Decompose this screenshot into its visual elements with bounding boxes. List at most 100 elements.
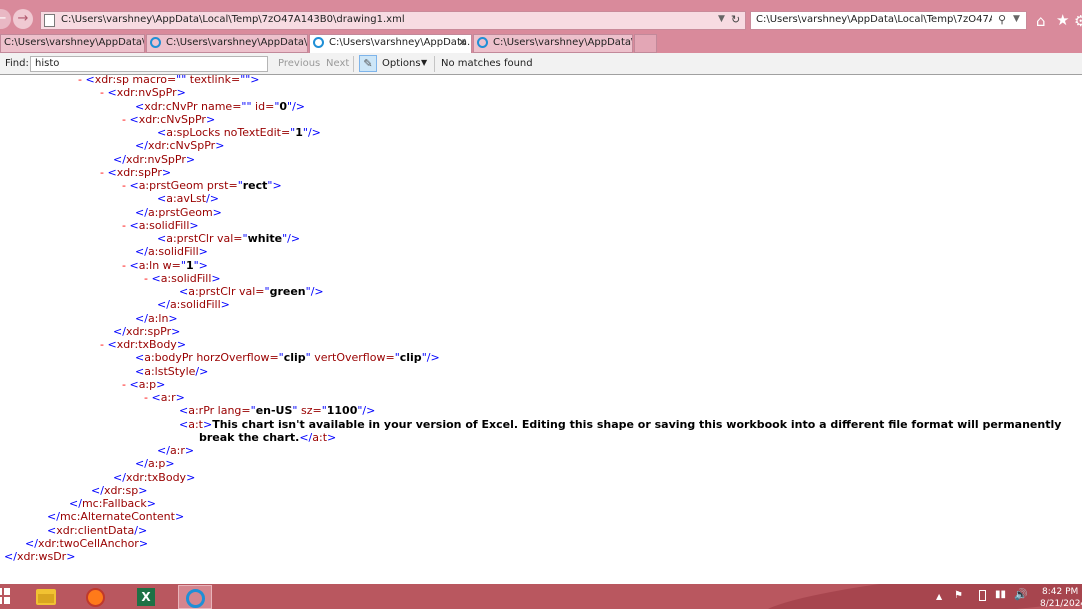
xml-token: </ [135,139,148,153]
find-input[interactable]: histo [30,56,268,72]
taskbar: X ▲ ⚑ ▮▮ 🔊 8:42 PM 8/21/2024 [0,584,1082,609]
search-text[interactable]: C:\Users\varshney\AppData\Local\Temp\7zO… [756,14,992,25]
favorites-star-icon[interactable]: ★ [1056,11,1069,29]
start-windows-icon[interactable] [0,588,10,605]
search-field[interactable]: C:\Users\varshney\AppData\Local\Temp\7zO… [750,11,1027,30]
xml-line: - <xdr:nvSpPr> [100,86,186,99]
xml-line: - <a:p> [122,378,165,391]
xml-token: a:prstGeom [147,205,213,219]
clock-date[interactable]: 8/21/2024 [1040,599,1082,609]
address-dropdown-icon[interactable]: ▼ [718,14,725,24]
xml-line: - <xdr:sp macro="" textlink=""> [78,75,260,86]
back-button[interactable]: ← [0,9,11,29]
tab-2[interactable]: C:\Users\varshney\AppData\L... [146,34,308,53]
xml-token: < [157,126,167,139]
xml-token: a:bodyPr [144,351,193,365]
show-hidden-icons[interactable]: ▲ [936,592,942,601]
taskbar-app-ie[interactable] [178,585,212,609]
xml-token: </ [135,457,148,471]
action-center-flag-icon[interactable]: ⚑ [954,590,963,601]
tab-4[interactable]: C:\Users\varshney\AppData\L... [473,34,633,53]
taskbar-app-excel[interactable]: X [129,585,163,609]
xml-token: xdr:sp [103,483,139,497]
xml-token: > [66,550,76,563]
xml-token: white [247,232,283,245]
find-bar: Find: histo Previous Next ✎ Options ▼ No… [0,53,1082,75]
xml-line: <a:spLocks noTextEdit="1"/> [157,126,321,139]
xml-line: - <a:solidFill> [122,219,199,232]
xml-token: < [107,338,117,351]
refresh-icon[interactable]: ↻ [731,13,740,26]
tab-strip: C:\Users\varshney\AppData\L... C:\Users\… [0,33,1082,53]
xml-token: a:prstClr [166,232,214,245]
xml-token: 1100 [326,404,358,418]
xml-token: xdr:txBody [125,470,187,484]
xml-viewer: - <xdr:sp macro="" textlink=""> - <xdr:nv… [0,75,1082,584]
folder-icon [36,589,56,605]
xml-token: rect [242,179,268,192]
xml-line: - <xdr:spPr> [100,166,171,179]
xml-token: > [156,377,166,391]
xml-token: > [161,165,172,179]
xml-token: > [146,497,156,510]
xml-token: xdr:nvSpPr [125,152,186,166]
network-signal-icon[interactable]: ▮▮ [995,589,1006,600]
xml-line: </a:ln> [135,312,178,325]
xml-token: > [202,417,213,431]
xml-token: a:t [188,417,203,431]
find-previous-button[interactable]: Previous [278,58,320,69]
tab-1[interactable]: C:\Users\varshney\AppData\L... [0,34,145,53]
gear-icon[interactable]: ⚙ [1074,12,1082,30]
xml-token: </ [4,550,17,563]
xml-token: > [174,510,185,524]
xml-token: a:prstGeom [138,179,204,192]
taskbar-app-explorer[interactable] [29,585,63,609]
home-icon[interactable]: ⌂ [1036,12,1046,30]
xml-token: </ [47,510,60,524]
xml-token: This chart isn't available in your versi… [212,417,1062,431]
find-label: Find: [5,58,29,69]
xml-token: > [176,86,186,100]
clock-time[interactable]: 8:42 PM [1042,587,1078,597]
search-icon[interactable]: ⚲ [998,13,1006,26]
xml-token: </ [135,245,148,259]
ie-tab-icon [150,37,161,48]
find-query[interactable]: histo [35,58,59,69]
xml-token: </ [69,497,82,510]
battery-icon[interactable] [979,590,986,601]
tab-label: C:\Users\varshney\AppData\L... [4,37,145,48]
xml-token: > [138,483,148,497]
xml-token: "/> [421,351,440,365]
tab-label: C:\Users\varshney\AppData\L... [166,37,308,48]
close-tab-icon[interactable]: ✕ [458,36,467,49]
address-text[interactable]: C:\Users\varshney\AppData\Local\Temp\7zO… [61,14,405,25]
xml-token: "> [193,258,208,272]
volume-icon[interactable]: 🔊 [1014,588,1028,601]
forward-button[interactable]: → [13,9,33,29]
address-field[interactable]: C:\Users\varshney\AppData\Local\Temp\7zO… [40,11,746,30]
xml-token: > [212,205,222,219]
xml-token: > [168,311,178,325]
find-next-button[interactable]: Next [326,58,349,69]
find-options-button[interactable]: Options [382,58,421,69]
xml-token: < [129,258,139,272]
xml-line: break the chart.</a:t> [199,431,336,444]
search-dropdown-icon[interactable]: ▼ [1013,14,1020,24]
xml-token: xdr:clientData [56,523,135,537]
xml-token: en-US [255,404,293,418]
xml-token: < [129,179,139,192]
xml-line: - <xdr:txBody> [100,338,186,351]
xml-line: </mc:Fallback> [69,497,156,510]
taskbar-app-firefox[interactable] [79,585,113,609]
tab-3-active[interactable]: C:\Users\varshney\AppData... ✕ [309,34,472,53]
xml-token: a:p [138,377,157,391]
new-tab-button[interactable] [634,34,657,53]
options-dropdown-icon[interactable]: ▼ [421,58,427,67]
xml-line: </xdr:wsDr> [4,550,75,563]
xml-token: "/> [282,232,301,245]
xml-token: w= [159,258,181,272]
xml-token: xdr:wsDr [16,550,67,563]
xml-token: </ [157,444,170,457]
xml-token: > [189,218,199,232]
highlight-matches-icon[interactable]: ✎ [359,55,377,72]
